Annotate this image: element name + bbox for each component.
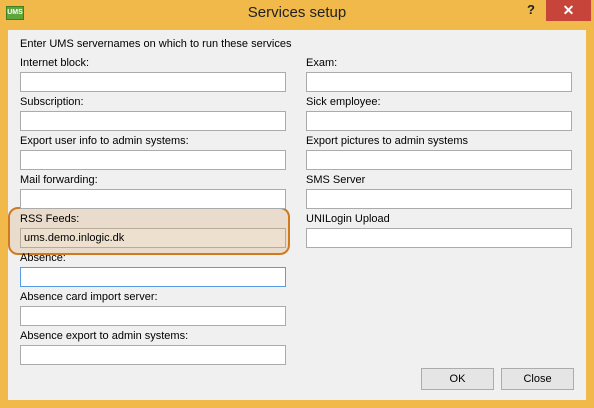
absence-input[interactable] bbox=[20, 267, 286, 287]
mail-forwarding-label: Mail forwarding: bbox=[20, 174, 98, 186]
mail-forwarding-input[interactable] bbox=[20, 189, 286, 209]
sick-employee-input[interactable] bbox=[306, 111, 572, 131]
export-user-info-label: Export user info to admin systems: bbox=[20, 135, 189, 147]
exam-label: Exam: bbox=[306, 57, 338, 69]
rss-feeds-label: RSS Feeds: bbox=[20, 213, 80, 225]
dialog-body: Enter UMS servernames on which to run th… bbox=[8, 30, 586, 400]
sms-server-input[interactable] bbox=[306, 189, 572, 209]
help-button[interactable]: ? bbox=[516, 0, 546, 22]
window-close-button[interactable]: ✕ bbox=[546, 0, 591, 21]
absence-card-import-input[interactable] bbox=[20, 306, 286, 326]
window-title: Services setup bbox=[247, 4, 347, 21]
absence-export-label: Absence export to admin systems: bbox=[20, 330, 189, 342]
absence-export-input[interactable] bbox=[20, 345, 286, 365]
title-bar[interactable]: UMS Services setup ? ✕ bbox=[0, 0, 594, 28]
rss-feeds-input[interactable] bbox=[20, 228, 286, 248]
export-pictures-input[interactable] bbox=[306, 150, 572, 170]
services-setup-window: UMS Services setup ? ✕ Enter UMS servern… bbox=[0, 0, 594, 408]
close-button[interactable]: Close bbox=[501, 368, 574, 390]
absence-label: Absence: bbox=[20, 252, 66, 264]
export-pictures-label: Export pictures to admin systems bbox=[306, 135, 469, 147]
subscription-label: Subscription: bbox=[20, 96, 84, 108]
absence-card-import-label: Absence card import server: bbox=[20, 291, 158, 303]
export-user-info-input[interactable] bbox=[20, 150, 286, 170]
unilogin-upload-input[interactable] bbox=[306, 228, 572, 248]
sick-employee-label: Sick employee: bbox=[306, 96, 381, 108]
intro-text: Enter UMS servernames on which to run th… bbox=[20, 38, 292, 50]
unilogin-upload-label: UNILogin Upload bbox=[306, 213, 390, 225]
subscription-input[interactable] bbox=[20, 111, 286, 131]
sms-server-label: SMS Server bbox=[306, 174, 366, 186]
ok-button[interactable]: OK bbox=[421, 368, 494, 390]
internet-block-input[interactable] bbox=[20, 72, 286, 92]
internet-block-label: Internet block: bbox=[20, 57, 90, 69]
exam-input[interactable] bbox=[306, 72, 572, 92]
